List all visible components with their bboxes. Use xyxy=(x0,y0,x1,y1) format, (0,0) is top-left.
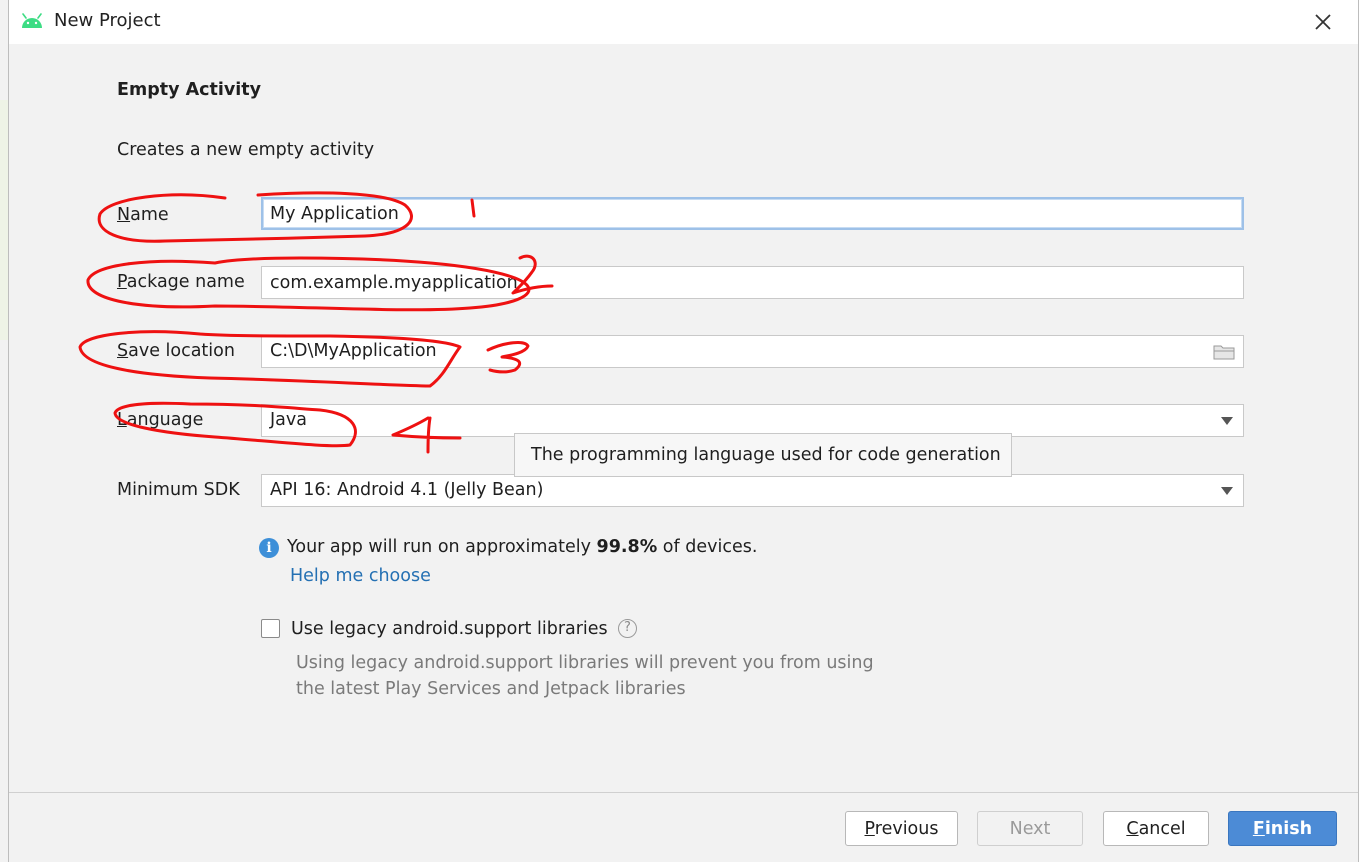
package-name-label: Package name xyxy=(117,272,245,292)
min-sdk-label: Minimum SDK xyxy=(117,480,240,500)
close-button[interactable] xyxy=(1309,9,1337,35)
chevron-down-icon xyxy=(1221,417,1233,425)
previous-button[interactable]: Previous xyxy=(845,811,958,846)
help-icon[interactable]: ? xyxy=(618,619,637,638)
window-title: New Project xyxy=(54,10,161,31)
close-icon xyxy=(1315,14,1331,30)
info-icon: i xyxy=(259,538,279,558)
template-description: Creates a new empty activity xyxy=(117,140,375,160)
folder-icon[interactable] xyxy=(1213,344,1235,360)
language-value: Java xyxy=(270,410,307,430)
save-location-label: Save location xyxy=(117,341,235,361)
package-name-input[interactable] xyxy=(261,266,1244,299)
save-location-field[interactable]: C:\D\MyApplication xyxy=(261,335,1244,368)
legacy-support-checkbox[interactable] xyxy=(261,619,280,638)
device-coverage-text: Your app will run on approximately 99.8%… xyxy=(287,537,758,557)
min-sdk-select[interactable]: API 16: Android 4.1 (Jelly Bean) xyxy=(261,474,1244,507)
name-input[interactable] xyxy=(261,197,1244,230)
cancel-button[interactable]: Cancel xyxy=(1103,811,1209,846)
language-label: Language xyxy=(117,410,204,430)
next-button[interactable]: Next xyxy=(977,811,1083,846)
background-highlight xyxy=(0,100,8,340)
help-me-choose-link[interactable]: Help me choose xyxy=(290,566,431,586)
name-label: Name xyxy=(117,205,169,225)
save-location-value: C:\D\MyApplication xyxy=(270,341,437,361)
new-project-dialog: New Project Empty Activity Creates a new… xyxy=(8,0,1359,862)
android-icon xyxy=(22,13,42,28)
coverage-percent: 99.8% xyxy=(596,537,658,557)
footer-divider xyxy=(9,792,1358,793)
template-heading: Empty Activity xyxy=(117,80,262,100)
chevron-down-icon xyxy=(1221,487,1233,495)
language-tooltip: The programming language used for code g… xyxy=(514,433,1012,477)
legacy-support-label[interactable]: Use legacy android.support libraries xyxy=(291,619,608,639)
legacy-support-description: Using legacy android.support libraries w… xyxy=(296,653,874,699)
min-sdk-value: API 16: Android 4.1 (Jelly Bean) xyxy=(270,480,544,500)
title-bar: New Project xyxy=(9,0,1358,44)
finish-button[interactable]: Finish xyxy=(1228,811,1337,846)
